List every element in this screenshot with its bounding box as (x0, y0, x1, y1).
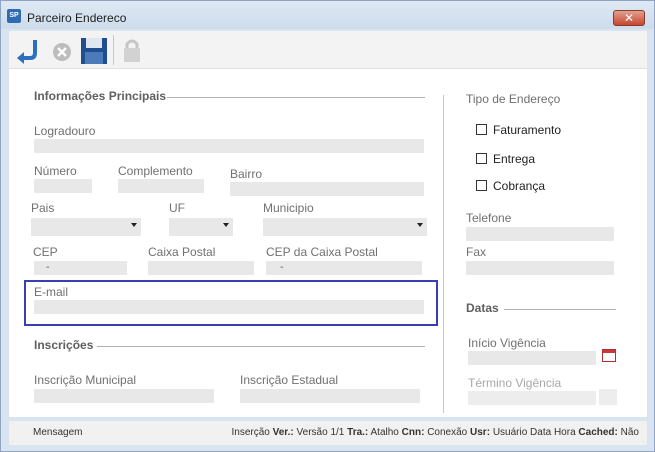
cep-caixa-postal-label: CEP da Caixa Postal (266, 245, 378, 259)
return-button[interactable] (13, 35, 43, 65)
cep-caixa-postal-field[interactable]: - (266, 261, 422, 275)
lock-icon (124, 39, 140, 62)
uf-select[interactable] (169, 218, 233, 236)
cobranca-label: Cobrança (493, 179, 546, 193)
status-ver-value: Versão 1/1 (296, 427, 345, 438)
close-button[interactable]: ✕ (613, 10, 645, 26)
lock-button[interactable] (117, 35, 147, 65)
toolbar-separator (113, 35, 114, 65)
section-title-principal: Informações Principais (34, 89, 167, 103)
inscricao-estadual-field[interactable] (240, 389, 420, 403)
logradouro-field[interactable] (34, 139, 424, 153)
section-divider (167, 97, 425, 98)
section-title-inscricoes: Inscrições (34, 338, 94, 352)
cobranca-checkbox[interactable] (476, 180, 487, 191)
title-bar: SP Parceiro Endereco ✕ (1, 1, 654, 29)
pais-select[interactable] (31, 218, 141, 236)
numero-field[interactable] (34, 179, 92, 193)
status-cnn-value: Conexão (427, 427, 468, 438)
uf-label: UF (169, 201, 185, 215)
status-tra-value: Atalho (370, 427, 399, 438)
status-tra-label: Tra.: (347, 427, 369, 438)
fax-field[interactable] (466, 261, 614, 275)
form-content: Informações Principais Logradouro Número… (9, 69, 647, 417)
inscricao-municipal-field[interactable] (34, 389, 214, 403)
chevron-down-icon (131, 223, 137, 227)
save-button[interactable] (79, 35, 109, 65)
tipo-endereco-title: Tipo de Endereço (466, 92, 561, 106)
fax-label: Fax (466, 245, 487, 259)
cep-label: CEP (33, 245, 58, 259)
email-label: E-mail (34, 285, 69, 299)
status-bar: Mensagem Inserção Ver.: Versão 1/1 Tra.:… (9, 421, 647, 445)
logradouro-label: Logradouro (34, 124, 96, 138)
status-usr-value: Usuário Data Hora (492, 427, 576, 438)
section-divider (97, 346, 425, 347)
window-title: Parceiro Endereco (27, 11, 127, 25)
calendar-icon[interactable] (602, 349, 616, 362)
status-info: Inserção Ver.: Versão 1/1 Tra.: Atalho C… (231, 427, 639, 438)
entrega-checkbox[interactable] (476, 153, 487, 164)
cancel-button[interactable] (47, 35, 77, 65)
bairro-label: Bairro (230, 167, 263, 181)
inscricao-estadual-label: Inscrição Estadual (240, 373, 339, 387)
section-title-datas: Datas (466, 301, 499, 315)
inicio-vigencia-field[interactable] (468, 351, 596, 365)
caixa-postal-field[interactable] (148, 261, 254, 275)
termino-vigencia-label: Término Vigência (468, 376, 562, 390)
faturamento-label: Faturamento (493, 123, 562, 137)
inscricao-municipal-label: Inscrição Municipal (34, 373, 137, 387)
bairro-field[interactable] (230, 182, 424, 196)
section-divider (504, 309, 616, 310)
column-separator (443, 95, 444, 413)
caixa-postal-label: Caixa Postal (148, 245, 216, 259)
telefone-field[interactable] (466, 227, 614, 241)
complemento-label: Complemento (118, 164, 193, 178)
numero-label: Número (34, 164, 77, 178)
status-cached-label: Cached: (578, 427, 618, 438)
save-icon (81, 38, 107, 64)
app-logo-icon: SP (7, 9, 21, 23)
pais-label: Pais (31, 201, 55, 215)
municipio-select[interactable] (263, 218, 427, 236)
toolbar (9, 31, 647, 69)
cep-field[interactable]: - (34, 261, 127, 275)
email-field[interactable] (34, 300, 424, 314)
complemento-field[interactable] (118, 179, 204, 193)
faturamento-checkbox[interactable] (476, 124, 487, 135)
status-usr-label: Usr: (470, 427, 491, 438)
municipio-label: Municipio (263, 201, 314, 215)
window: SP Parceiro Endereco ✕ Informações Princ… (0, 0, 655, 452)
status-ver-label: Ver.: (272, 427, 294, 438)
status-message: Mensagem (33, 427, 83, 438)
status-cached-value: Não (620, 427, 639, 438)
entrega-label: Entrega (493, 152, 536, 166)
calendar-icon[interactable] (599, 389, 617, 405)
status-insercao: Inserção (231, 427, 270, 438)
cep-value: - (46, 262, 50, 273)
telefone-label: Telefone (466, 211, 512, 225)
return-icon (17, 40, 37, 64)
chevron-down-icon (417, 223, 423, 227)
cancel-icon (53, 43, 71, 61)
chevron-down-icon (223, 223, 229, 227)
status-cnn-label: Cnn: (401, 427, 425, 438)
cep-caixa-postal-value: - (280, 262, 284, 273)
inicio-vigencia-label: Início Vigência (468, 336, 546, 350)
termino-vigencia-field[interactable] (468, 391, 596, 405)
